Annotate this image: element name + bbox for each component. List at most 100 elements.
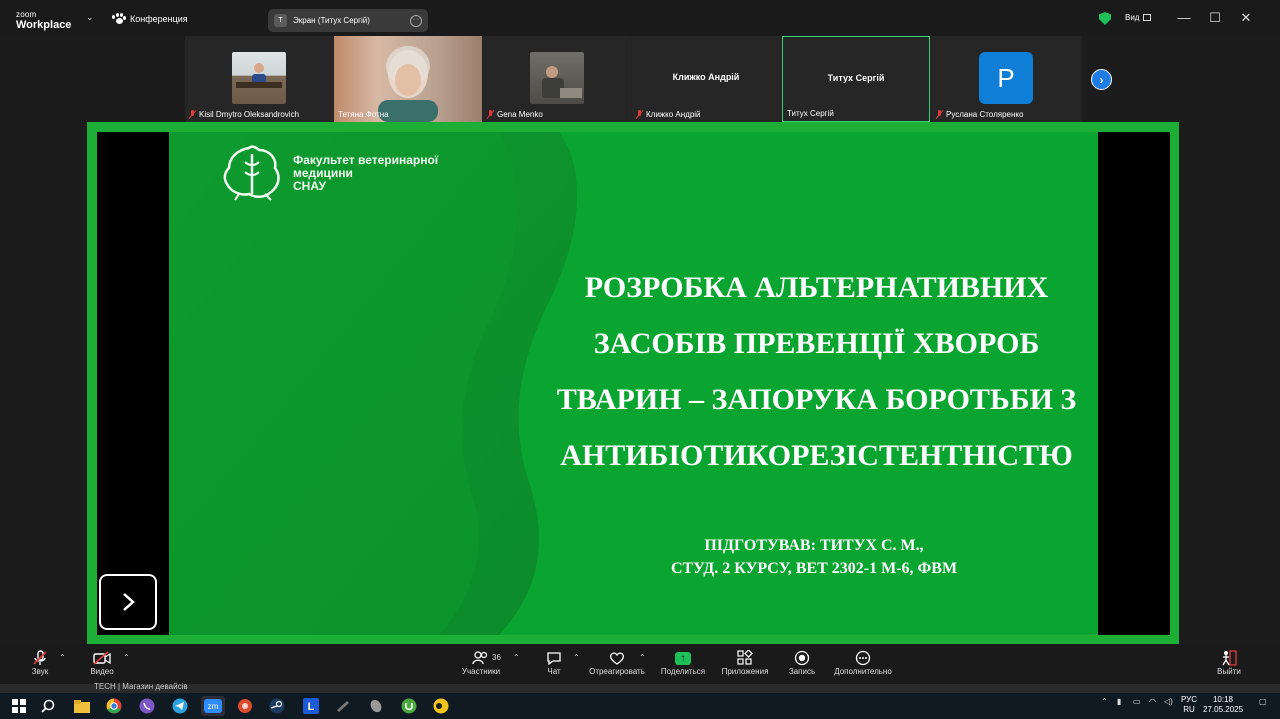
chat-options-caret[interactable]: ⌃ [573,653,580,662]
video-options-caret[interactable]: ⌃ [123,653,130,662]
title-line: РОЗРОБКА АЛЬТЕРНАТИВНИХ [584,271,1049,304]
record-label: Запись [788,667,816,676]
apps-button[interactable]: Приложения [719,649,771,676]
tray-battery-icon[interactable]: ▭ [1133,697,1141,706]
author-line: СТУД. 2 КУРСУ, ВЕТ 2302-1 М-6, ФВМ [670,560,958,577]
chat-label: Чат [547,667,561,676]
chevron-down-icon[interactable]: ⌄ [86,12,94,23]
tray-usb-icon[interactable]: ▮ [1117,697,1121,706]
participant-tile[interactable]: Клижко Андрій Клижко Андрій [632,36,780,122]
slide-next-button[interactable] [99,574,157,630]
meeting-info-button[interactable]: Конференция [112,13,188,25]
record-icon [794,650,810,666]
author-line: ПІДГОТУВАВ: ТИТУХ С. М., [704,537,924,554]
tray-wifi-icon[interactable]: ◠ [1149,697,1156,706]
participant-tile-active-speaker[interactable]: Титух Сергій Титух Сергій [782,36,930,122]
svg-text:L: L [308,701,315,713]
background-window-title: TECH | Магазин девайсів [94,682,188,691]
faculty-name: Факультет ветеринарної медицини СНАУ [293,153,439,193]
mic-muted-icon [33,650,47,665]
notification-icon[interactable]: ▢ [1259,697,1267,706]
person-figure-icon [236,63,282,88]
audio-button[interactable]: Звук [28,649,52,676]
app-l-icon[interactable]: L [302,697,320,715]
audio-label: Звук [31,667,49,676]
participant-name: Тетяна Фотна [338,110,389,119]
title-line: ЗАСОБІВ ПРЕВЕНЦІЇ ХВОРОБ [593,327,1040,360]
app-mouse-icon[interactable] [367,697,385,715]
participant-video [530,52,584,104]
audio-options-caret[interactable]: ⌃ [59,653,66,662]
zoom-logo: zoom Workplace [16,10,71,31]
leave-label: Выйти [1217,667,1241,676]
grid-icon [1143,14,1152,21]
record-button[interactable]: Запись [786,649,818,676]
telegram-icon[interactable] [171,697,189,715]
viber-icon[interactable] [138,697,156,715]
taskbar-clock[interactable]: 10:18 27.05.2025 [1203,695,1243,715]
maximize-button[interactable]: ☐ [1207,10,1223,26]
chrome-icon[interactable] [105,697,123,715]
video-button[interactable]: Видео [88,649,116,676]
view-button[interactable]: Вид [1125,13,1152,22]
search-icon[interactable] [39,697,57,715]
more-label: Дополнительно [834,667,892,676]
chat-icon [547,651,561,665]
react-options-caret[interactable]: ⌃ [639,653,646,662]
title-line: АНТИБІОТИКОРЕЗІСТЕНТНІСТЮ [560,439,1073,472]
title-bar: zoom Workplace ⌄ Конференция T Экран (Ти… [0,0,1280,36]
participant-tile[interactable]: Тетяна Фотна [334,36,482,122]
view-label: Вид [1125,13,1140,22]
more-options-icon[interactable]: ··· [410,14,422,27]
participant-name: Титух Сергій [787,109,834,118]
background-window-strip [0,684,1280,693]
steam-icon[interactable] [268,697,286,715]
share-avatar: T [274,14,287,27]
participants-options-caret[interactable]: ⌃ [513,653,520,662]
zoom-taskbar-icon[interactable]: zm [201,696,225,716]
participant-display-name: Титух Сергій [827,73,885,83]
participant-tile[interactable]: Gena Menko [483,36,631,122]
more-dots-icon [855,650,871,666]
slide-title: РОЗРОБКА АЛЬТЕРНАТИВНИХ ЗАСОБІВ ПРЕВЕНЦІ… [529,260,1098,484]
windows-start-icon[interactable] [10,697,28,715]
react-button[interactable]: Отреагировать [588,649,646,676]
slide-author: ПІДГОТУВАВ: ТИТУХ С. М., СТУД. 2 КУРСУ, … [614,534,1014,580]
utorrent-icon[interactable] [400,697,418,715]
tray-volume-icon[interactable]: ◁) [1164,697,1173,706]
participant-tile[interactable]: P Руслана Столяренко [932,36,1080,122]
heart-icon [610,651,624,665]
taskbar-date: 27.05.2025 [1203,705,1244,714]
screen-share-label: Экран (Титух Сергій) [293,16,370,25]
next-participants-button[interactable]: › [1091,69,1112,90]
close-button[interactable]: ✕ [1238,10,1254,26]
file-explorer-icon[interactable] [73,697,91,715]
chevron-right-icon: › [1099,72,1104,87]
minimize-button[interactable]: — [1176,10,1192,25]
windows-taskbar [0,693,1280,719]
encryption-shield-icon[interactable] [1099,12,1111,25]
tray-overflow-icon[interactable]: ⌃ [1101,697,1108,706]
video-label: Видео [90,667,114,676]
title-line: ТВАРИН – ЗАПОРУКА БОРОТЬБИ З [556,383,1077,416]
more-button[interactable]: Дополнительно [830,649,896,676]
chevron-right-icon [123,593,135,611]
mic-muted-icon [189,110,196,119]
react-label: Отреагировать [589,667,645,676]
taskbar-time: 10:18 [1212,695,1234,704]
apps-label: Приложения [721,667,769,676]
screen-share-pill[interactable]: T Экран (Титух Сергій) ··· [268,9,428,32]
language-indicator[interactable]: РУС RU [1180,695,1198,715]
app-yellow-icon[interactable] [432,697,450,715]
app-pen-icon[interactable] [334,697,352,715]
participant-name: Клижко Андрій [636,110,701,119]
logo-line-2: Workplace [16,19,72,31]
chat-button[interactable]: Чат [542,649,566,676]
participant-video [232,52,286,104]
meeting-label: Конференция [130,14,188,24]
leave-icon [1222,650,1237,666]
participant-tile[interactable]: Kisil Dmytro Oleksandrovich [185,36,333,122]
share-button[interactable]: ↑ Поделиться [660,649,706,676]
leave-button[interactable]: Выйти [1214,649,1244,676]
app-red-icon[interactable] [236,697,254,715]
